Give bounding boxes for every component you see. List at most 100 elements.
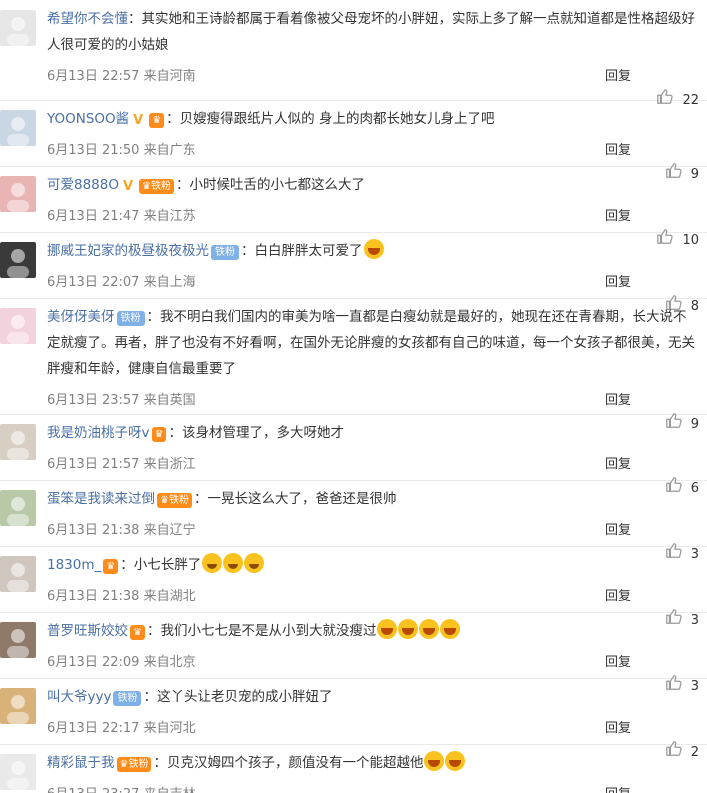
crying-face-emoji-icon <box>223 553 244 573</box>
comment-username[interactable]: 美伢伢美伢 <box>47 309 115 325</box>
comment-text: 叫大爷yyy 铁粉 ：这丫头让老贝宠的成小胖妞了 <box>47 684 699 710</box>
avatar[interactable] <box>0 10 36 46</box>
reply-button[interactable]: 回复 <box>605 520 631 542</box>
laughing-face-emoji-icon <box>440 619 461 639</box>
fan-badge: 铁粉 <box>113 691 142 706</box>
comment-body: ：小时候吐舌的小七都这么大了 <box>175 177 365 193</box>
reply-button[interactable]: 回复 <box>605 272 631 294</box>
comment-username[interactable]: 希望你不会懂 <box>47 11 128 27</box>
reply-button[interactable]: 回复 <box>605 652 631 674</box>
comment-username[interactable]: 叫大爷yyy <box>47 689 111 705</box>
comment-username[interactable]: YOONSOO酱 <box>47 111 129 127</box>
comment-body: ：小七长胖了 <box>120 557 202 573</box>
reply-button[interactable]: 回复 <box>605 390 631 412</box>
crying-face-emoji-icon <box>244 553 265 573</box>
avatar[interactable] <box>0 556 36 592</box>
comment-meta: 6月13日 22:09 来自北京 回复 3 <box>47 652 699 694</box>
comment-meta: 6月13日 21:57 来自浙江 回复 6 <box>47 454 699 496</box>
comment-text: 1830m_ ♛ ：小七长胖了 <box>47 552 699 578</box>
comment-list: 希望你不会懂：其实她和王诗龄都属于看着像被父母宠坏的小胖妞，实际上多了解一点就知… <box>0 0 707 793</box>
comment-time: 6月13日 23:27 <box>47 787 139 793</box>
avatar[interactable] <box>0 110 36 146</box>
comment-meta: 6月13日 21:50 来自广东 回复 9 <box>47 140 699 182</box>
comment-location: 来自吉林 <box>144 787 196 793</box>
comment-meta: 6月13日 21:38 来自辽宁 回复 3 <box>47 520 699 562</box>
comment-item: 可爱8888O V ♛铁粉 ：小时候吐舌的小七都这么大了 6月13日 21:47 来自江… <box>0 166 707 248</box>
avatar[interactable] <box>0 754 36 790</box>
comment-username[interactable]: 挪威王妃家的极昼极夜极光 <box>47 243 209 259</box>
comment-text: 精彩鼠于我 ♛铁粉 ：贝克汉姆四个孩子，颜值没有一个能超越他 <box>47 750 699 776</box>
comment-body: ：其实她和王诗龄都属于看着像被父母宠坏的小胖妞，实际上多了解一点就知道都是性格超… <box>47 11 695 53</box>
comment-item: 我是奶油桃子呀v ♛ ：该身材管理了，多大呀她才 6月13日 21:57 来自浙江 回复… <box>0 414 707 496</box>
reply-button[interactable]: 回复 <box>605 718 631 740</box>
avatar[interactable] <box>0 424 36 460</box>
comment-body: ：我们小七七是不是从小到大就没瘦过 <box>146 623 377 639</box>
avatar[interactable] <box>0 176 36 212</box>
comment-username[interactable]: 精彩鼠于我 <box>47 755 115 771</box>
comment-location: 来自辽宁 <box>143 523 196 538</box>
comment-meta: 6月13日 22:07 来自上海 回复 8 <box>47 272 699 314</box>
comment-item: 叫大爷yyy 铁粉 ：这丫头让老贝宠的成小胖妞了 6月13日 22:17 来自河北 回复… <box>0 678 707 760</box>
comment-time: 6月13日 21:47 <box>47 209 140 224</box>
comment-text: 蛋笨是我读来过倒 ♛铁粉 ：一晃长这么大了，爸爸还是很帅 <box>47 486 699 512</box>
comment-item: 美伢伢美伢 铁粉 ：我不明白我们国内的审美为啥一直都是白瘦幼就是最好的，她现在还在青… <box>0 298 707 432</box>
reply-button[interactable]: 回复 <box>605 784 631 793</box>
comment-item: 蛋笨是我读来过倒 ♛铁粉 ：一晃长这么大了，爸爸还是很帅 6月13日 21:38 来自… <box>0 480 707 562</box>
comment-text: 普罗旺斯姣姣 ♛ ：我们小七七是不是从小到大就没瘦过 <box>47 618 699 644</box>
comment-meta: 6月13日 22:17 来自河北 回复 2 <box>47 718 699 760</box>
comment-time: 6月13日 21:50 <box>47 143 140 158</box>
reply-button[interactable]: 回复 <box>605 140 631 162</box>
comment-time: 6月13日 21:38 <box>47 589 140 604</box>
reply-button[interactable]: 回复 <box>605 454 631 476</box>
comment-location: 来自北京 <box>143 655 196 670</box>
verified-badge: V <box>122 179 134 194</box>
comment-time: 6月13日 22:57 <box>47 69 140 84</box>
level-badge: ♛ <box>130 625 145 640</box>
avatar[interactable] <box>0 308 36 344</box>
comment-location: 来自广东 <box>143 143 196 158</box>
comment-text: 我是奶油桃子呀v ♛ ：该身材管理了，多大呀她才 <box>47 420 699 446</box>
comment-item: 1830m_ ♛ ：小七长胖了 6月13日 21:38 来自湖北 回复 3 <box>0 546 707 628</box>
comment-text: YOONSOO酱 V ♛ ：贝嫂瘦得跟纸片人似的 身上的肉都长她女儿身上了吧 <box>47 106 699 132</box>
laughing-face-emoji-icon <box>363 239 384 259</box>
comment-body: ：白白胖胖太可爱了 <box>241 243 363 259</box>
comment-meta: 6月13日 21:38 来自湖北 回复 3 <box>47 586 699 628</box>
level-badge: ♛铁粉 <box>157 493 192 508</box>
avatar[interactable] <box>0 688 36 724</box>
fan-badge: 铁粉 <box>116 311 145 326</box>
comment-meta: 6月13日 23:57 来自英国 回复 9 <box>47 390 699 432</box>
laughing-face-emoji-icon <box>377 619 398 639</box>
comment-time: 6月13日 21:38 <box>47 523 140 538</box>
comment-username[interactable]: 普罗旺斯姣姣 <box>47 623 128 639</box>
reply-button[interactable]: 回复 <box>605 206 631 228</box>
crying-face-emoji-icon <box>202 553 223 573</box>
reply-button[interactable]: 回复 <box>605 586 631 608</box>
comment-text: 可爱8888O V ♛铁粉 ：小时候吐舌的小七都这么大了 <box>47 172 699 198</box>
level-badge: ♛铁粉 <box>138 179 174 194</box>
comment-location: 来自湖北 <box>143 589 196 604</box>
reply-button[interactable]: 回复 <box>605 66 631 88</box>
comment-time: 6月13日 22:17 <box>47 721 140 736</box>
avatar[interactable] <box>0 622 36 658</box>
avatar[interactable] <box>0 242 36 278</box>
avatar[interactable] <box>0 490 36 526</box>
comment-meta: 6月13日 23:27 来自吉林回复1 <box>47 784 699 793</box>
comment-meta: 6月13日 21:47 来自江苏 回复 10 <box>47 206 699 248</box>
comment-location: 来自河南 <box>143 69 196 84</box>
comment-body: ：一晃长这么大了，爸爸还是很帅 <box>193 491 397 507</box>
comment-username[interactable]: 1830m_ <box>47 557 101 573</box>
comment-username[interactable]: 我是奶油桃子呀v <box>47 425 150 441</box>
comment-item: 挪威王妃家的极昼极夜极光 铁粉 ：白白胖胖太可爱了 6月13日 22:07 来自上海 回… <box>0 232 707 314</box>
laughing-face-emoji-icon <box>419 619 440 639</box>
comment-body: ：贝嫂瘦得跟纸片人似的 身上的肉都长她女儿身上了吧 <box>166 111 495 127</box>
level-badge: ♛铁粉 <box>116 757 152 772</box>
comment-text: 美伢伢美伢 铁粉 ：我不明白我们国内的审美为啥一直都是白瘦幼就是最好的，她现在还在青… <box>47 304 699 382</box>
comment-location: 来自江苏 <box>143 209 196 224</box>
verified-badge: V <box>133 113 144 128</box>
comment-username[interactable]: 可爱8888O <box>47 177 119 193</box>
comment-meta: 6月13日 22:57 来自河南 回复 22 <box>47 66 699 108</box>
laughing-face-emoji-icon <box>445 751 466 771</box>
comment-username[interactable]: 蛋笨是我读来过倒 <box>47 491 155 507</box>
level-badge: ♛ <box>103 559 119 574</box>
laughing-face-emoji-icon <box>398 619 419 639</box>
